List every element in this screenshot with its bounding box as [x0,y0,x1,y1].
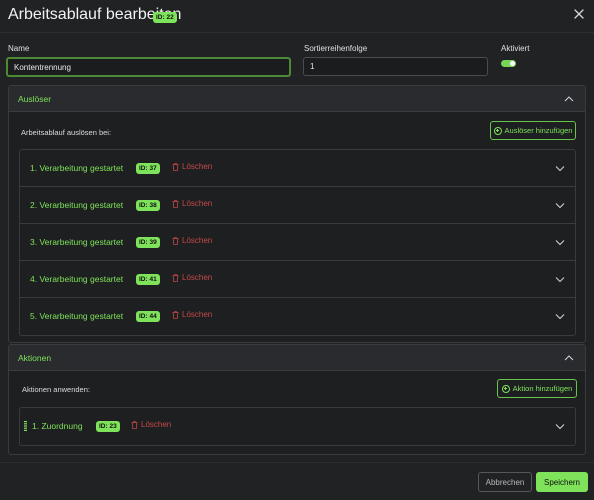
close-icon[interactable] [572,7,586,21]
delete-trigger-button[interactable]: Löschen [172,236,212,245]
trigger-id-badge: ID: 44 [136,310,160,322]
trash-icon [131,420,138,429]
trigger-row[interactable]: 2. Verarbeitung gestartet ID: 38 Löschen [20,187,575,224]
plus-circle-icon [493,126,502,135]
trigger-id-badge: ID: 38 [136,199,160,211]
triggers-section-header[interactable]: Auslöser [9,86,585,112]
dialog-footer: Abbrechen Speichern [0,462,594,500]
action-row[interactable]: 1. Zuordnung ID: 23 Löschen [20,408,575,445]
actions-section: Aktionen Aktionen anwenden: Aktion hinzu… [8,344,586,455]
trash-icon [172,199,179,208]
action-id-badge: ID: 23 [96,420,120,432]
delete-trigger-button[interactable]: Löschen [172,310,212,319]
delete-label: Löschen [182,273,213,282]
trash-icon [172,236,179,245]
add-action-button[interactable]: Aktion hinzufügen [497,379,577,398]
trigger-id-badge: ID: 41 [136,273,160,285]
trigger-label: 5. Verarbeitung gestartet [30,311,124,321]
add-trigger-button[interactable]: Auslöser hinzufügen [490,121,576,140]
chevron-down-icon[interactable] [555,313,565,320]
delete-label: Löschen [182,236,213,245]
trigger-label: 4. Verarbeitung gestartet [30,274,124,284]
save-button[interactable]: Speichern [536,472,588,492]
plus-circle-icon [501,384,510,393]
trigger-label: 2. Verarbeitung gestartet [30,200,124,210]
trigger-id-badge: ID: 37 [136,162,160,174]
trigger-row[interactable]: 3. Verarbeitung gestartet ID: 39 Löschen [20,224,575,261]
trash-icon [172,273,179,282]
triggers-sub-label: Arbeitsablauf auslösen bei: [21,128,112,137]
sort-order-label: Sortierreihenfolge [304,44,368,53]
trigger-label: 3. Verarbeitung gestartet [30,237,124,247]
add-action-label: Aktion hinzufügen [512,384,573,393]
delete-trigger-button[interactable]: Löschen [172,273,212,282]
delete-trigger-button[interactable]: Löschen [172,199,212,208]
toggle-knob [510,61,515,66]
chevron-up-icon[interactable] [564,354,574,361]
triggers-section-title: Auslöser [18,94,52,104]
actions-section-header[interactable]: Aktionen [9,345,585,371]
dialog-id-badge: ID: 22 [153,12,177,23]
trigger-row[interactable]: 1. Verarbeitung gestartet ID: 37 Löschen [20,150,575,187]
delete-label: Löschen [182,310,213,319]
active-toggle[interactable] [501,60,516,67]
delete-action-button[interactable]: Löschen [131,420,171,429]
chevron-down-icon[interactable] [555,202,565,209]
actions-list: 1. Zuordnung ID: 23 Löschen [19,407,576,446]
add-trigger-label: Auslöser hinzufügen [504,126,573,135]
triggers-section: Auslöser Arbeitsablauf auslösen bei: Aus… [8,85,586,343]
actions-section-title: Aktionen [18,353,52,363]
trigger-id-badge: ID: 39 [136,236,160,248]
delete-label: Löschen [182,199,213,208]
trigger-row[interactable]: 5. Verarbeitung gestartet ID: 44 Löschen [20,298,575,335]
actions-sub-label: Aktionen anwenden: [22,385,90,394]
chevron-up-icon[interactable] [564,95,574,102]
dialog-title: Arbeitsablauf bearbeiten ID: 22 [8,6,181,24]
delete-trigger-button[interactable]: Löschen [172,162,212,171]
cancel-button[interactable]: Abbrechen [478,472,532,492]
trigger-row[interactable]: 4. Verarbeitung gestartet ID: 41 Löschen [20,261,575,298]
triggers-list: 1. Verarbeitung gestartet ID: 37 Löschen… [19,149,576,336]
trigger-label: 1. Verarbeitung gestartet [30,163,124,173]
trash-icon [172,162,179,171]
active-label: Aktiviert [501,44,530,53]
chevron-down-icon[interactable] [555,165,565,172]
dialog-header: Arbeitsablauf bearbeiten ID: 22 [0,0,594,33]
chevron-down-icon[interactable] [555,276,565,283]
delete-label: Löschen [141,420,172,429]
trash-icon [172,310,179,319]
name-label: Name [8,44,30,53]
drag-handle-icon[interactable] [24,421,27,431]
chevron-down-icon[interactable] [555,423,565,430]
chevron-down-icon[interactable] [555,239,565,246]
sort-order-input[interactable] [303,57,488,76]
name-input[interactable] [6,57,291,77]
action-label: 1. Zuordnung [32,421,83,431]
delete-label: Löschen [182,162,213,171]
